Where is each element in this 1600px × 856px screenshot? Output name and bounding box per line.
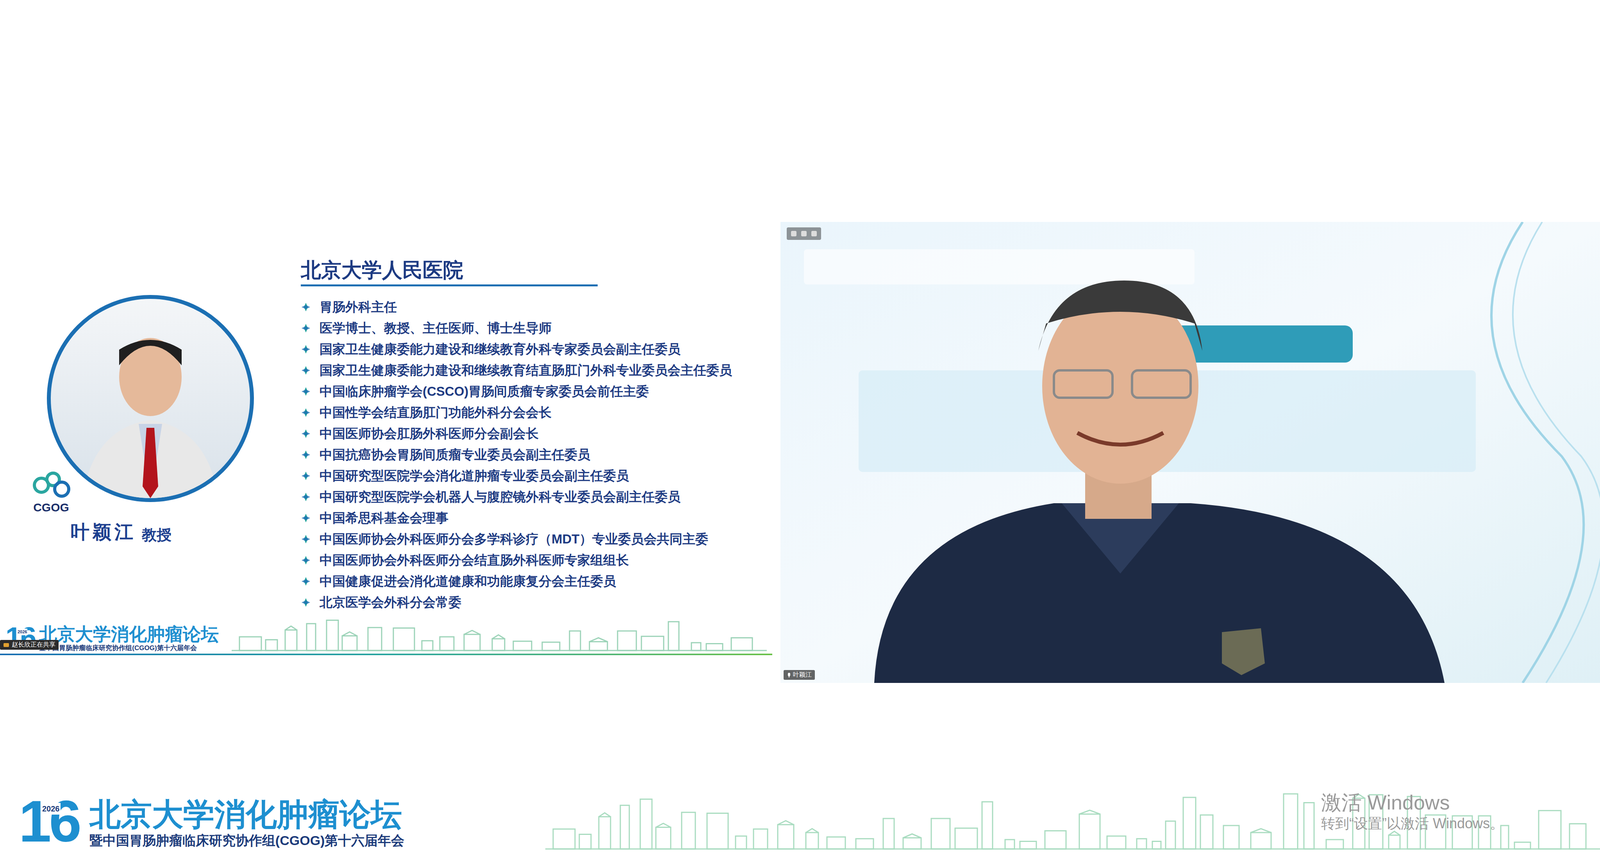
speaker-title: 教授: [141, 523, 172, 546]
bio-item: 医学博士、教授、主任医师、博士生导师: [300, 317, 733, 339]
banner-subtitle: 暨中国胃肠肿瘤临床研究协作组(CGOG)第十六届年会: [89, 831, 405, 849]
bio-text: 国家卫生健康委能力建设和继续教育外科专家委员会副主任委员: [319, 341, 681, 358]
logo-number: 16: [18, 791, 80, 851]
cgog-icon: [29, 469, 73, 501]
screen-share-icon: [3, 641, 10, 649]
participant-video: 叶颖江: [780, 221, 1600, 683]
bio-item: 胃肠外科主任: [300, 296, 733, 318]
bullet-icon: [300, 344, 311, 355]
slide-footer-strip: [0, 653, 773, 656]
windows-watermark: 激活 Windows转到“设置”以激活 Windows。: [1321, 790, 1504, 833]
logo-year: 2026: [41, 802, 61, 815]
slide-footer: 162026北京大学消化肿瘤论坛暨中国胃肠肿瘤临床研究协作组(CGOG)第十六届…: [0, 612, 773, 654]
bullet-icon: [300, 323, 311, 334]
bio-item: 中国抗癌协会胃肠间质瘤专业委员会副主任委员: [300, 444, 733, 466]
bullet-icon: [300, 407, 311, 418]
banner-text: 北京大学消化肿瘤论坛暨中国胃肠肿瘤临床研究协作组(CGOG)第十六届年会: [89, 797, 405, 851]
video-frame: [780, 221, 1600, 683]
mic-icon: [786, 672, 792, 678]
mic-icon: [800, 229, 808, 238]
bullet-icon: [300, 365, 311, 376]
hospital-name: 北京大学人民医院: [300, 257, 598, 283]
bio-text: 中国医师协会外科医师分会结直肠外科医师专家组组长: [319, 551, 629, 569]
bio-column: 北京大学人民医院胃肠外科主任医学博士、教授、主任医师、博士生导师国家卫生健康委能…: [300, 257, 733, 613]
bio-text: 中国医师协会外科医师分会多学科诊疗（MDT）专业委员会共同主委: [319, 530, 709, 548]
bullet-icon: [300, 428, 311, 439]
bio-text: 中国医师协会肛肠外科医师分会副会长: [319, 425, 539, 443]
logo-year: 2026: [17, 628, 28, 636]
speaker-photo: [46, 294, 254, 502]
bottom-banner: 162026北京大学消化肿瘤论坛暨中国胃肠肿瘤临床研究协作组(CGOG)第十六届…: [0, 682, 1600, 856]
speaker-photo-frame: CGOG: [46, 294, 254, 502]
bio-item: 中国医师协会外科医师分会多学科诊疗（MDT）专业委员会共同主委: [300, 528, 733, 550]
speaker-photo-image: [50, 298, 250, 499]
bio-text: 中国研究型医院学会机器人与腹腔镜外科专业委员会副主任委员: [319, 488, 681, 506]
bullet-icon: [300, 555, 311, 566]
bio-item: 中国临床肿瘤学会(CSCO)胃肠间质瘤专家委员会前任主委: [300, 380, 733, 402]
signal-icon: [789, 229, 798, 238]
bio-text: 北京医学会外科分会常委: [319, 594, 462, 611]
camera-icon: [810, 229, 818, 238]
bullet-icon: [300, 301, 311, 313]
bio-item: 中国希思科基金会理事: [300, 507, 733, 529]
share-indicator: 赵长欣正在共享: [0, 639, 59, 650]
bullet-icon: [300, 512, 311, 524]
bio-item: 中国医师协会肛肠外科医师分会副会长: [300, 423, 733, 445]
video-toolbar: [786, 227, 822, 240]
bio-text: 胃肠外科主任: [319, 298, 397, 316]
forum-logo: 162026: [18, 791, 80, 851]
bullet-icon: [300, 449, 311, 460]
share-indicator-text: 赵长欣正在共享: [11, 640, 56, 649]
skyline-icon: [545, 780, 1600, 851]
slide-footer-subtitle: 暨中国胃肠肿瘤临床研究协作组(CGOG)第十六届年会: [39, 644, 219, 652]
watermark-title: 激活 Windows: [1321, 790, 1504, 815]
skyline-icon: [231, 612, 767, 652]
bullet-icon: [300, 576, 311, 587]
bio-item: 中国研究型医院学会消化道肿瘤专业委员会副主任委员: [300, 465, 733, 487]
bio-list: 胃肠外科主任医学博士、教授、主任医师、博士生导师国家卫生健康委能力建设和继续教育…: [300, 296, 733, 613]
speaker-column: CGOG叶颖江教授: [0, 257, 301, 613]
participant-label: 叶颖江: [783, 669, 815, 680]
slide-footer-title: 北京大学消化肿瘤论坛: [39, 624, 219, 645]
video-grid: CGOG叶颖江教授北京大学人民医院胃肠外科主任医学博士、教授、主任医师、博士生导…: [0, 219, 1600, 683]
bullet-icon: [300, 470, 311, 481]
bio-text: 医学博士、教授、主任医师、博士生导师: [319, 319, 552, 337]
slide-footer-text: 北京大学消化肿瘤论坛暨中国胃肠肿瘤临床研究协作组(CGOG)第十六届年会: [39, 624, 219, 652]
bio-item: 中国性学会结直肠肛门功能外科分会会长: [300, 401, 733, 424]
bio-item: 中国医师协会外科医师分会结直肠外科医师专家组组长: [300, 549, 733, 571]
bio-item: 中国研究型医院学会机器人与腹腔镜外科专业委员会副主任委员: [300, 486, 733, 508]
shared-slide: CGOG叶颖江教授北京大学人民医院胃肠外科主任医学博士、教授、主任医师、博士生导…: [0, 219, 773, 656]
bullet-icon: [300, 597, 311, 608]
bio-item: 国家卫生健康委能力建设和继续教育结直肠肛门外科专业委员会主任委员: [300, 359, 733, 381]
bio-text: 中国研究型医院学会消化道肿瘤专业委员会副主任委员: [319, 467, 629, 485]
speaker-name: 叶颖江教授: [70, 517, 172, 546]
bio-text: 中国性学会结直肠肛门功能外科分会会长: [319, 404, 552, 422]
watermark-subtitle: 转到“设置”以激活 Windows。: [1321, 814, 1504, 833]
banner-logo: 162026北京大学消化肿瘤论坛暨中国胃肠肿瘤临床研究协作组(CGOG)第十六届…: [18, 791, 405, 851]
bio-text: 中国抗癌协会胃肠间质瘤专业委员会副主任委员: [319, 446, 591, 464]
bio-item: 国家卫生健康委能力建设和继续教育外科专家委员会副主任委员: [300, 338, 733, 360]
bio-text: 中国希思科基金会理事: [319, 509, 449, 527]
slide-body: CGOG叶颖江教授北京大学人民医院胃肠外科主任医学博士、教授、主任医师、博士生导…: [0, 219, 773, 613]
cgog-logo: CGOG: [27, 469, 75, 514]
bullet-icon: [300, 533, 311, 545]
banner-title: 北京大学消化肿瘤论坛: [89, 797, 405, 832]
bullet-icon: [300, 386, 311, 397]
participant-name: 叶颖江: [792, 670, 812, 679]
cgog-text: CGOG: [33, 500, 70, 514]
bullet-icon: [300, 491, 311, 502]
bio-text: 国家卫生健康委能力建设和继续教育结直肠肛门外科专业委员会主任委员: [319, 362, 733, 379]
speaker-name-text: 叶颖江: [70, 517, 137, 546]
bio-text: 中国健康促进会消化道健康和功能康复分会主任委员: [319, 573, 617, 590]
bio-item: 中国健康促进会消化道健康和功能康复分会主任委员: [300, 570, 733, 592]
bio-text: 中国临床肿瘤学会(CSCO)胃肠间质瘤专家委员会前任主委: [319, 383, 649, 400]
bio-item: 北京医学会外科分会常委: [300, 591, 733, 613]
hospital-heading: 北京大学人民医院: [300, 257, 598, 287]
